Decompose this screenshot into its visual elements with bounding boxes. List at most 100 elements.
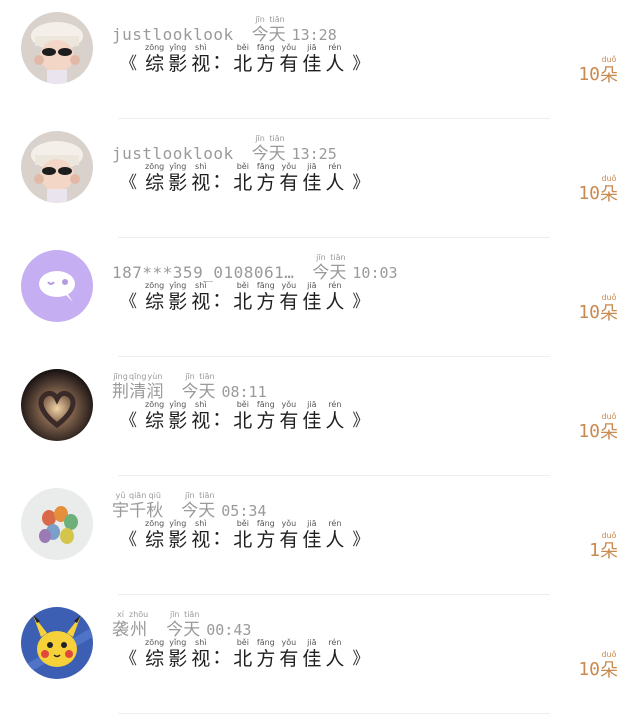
close-bracket: 》 [352, 649, 370, 669]
hanzi: 影 [168, 172, 188, 194]
message-char: yǐng 影 [168, 520, 187, 550]
message-char: zōng 综 [145, 401, 164, 431]
hanzi: 综 [145, 53, 165, 75]
username-char: qīng 清 [129, 373, 146, 401]
gift-list-item[interactable]: xí 袭 zhōu 州 jīn 今 tiān 天 00:43 《 zōng 综 yǐng 影 shì 视： bě… [0, 595, 640, 714]
hanzi: 方 [256, 53, 276, 75]
hanzi: 视 [191, 410, 211, 432]
gift-list-item[interactable]: jīng 荆 qīng 清 yùn 润 jīn 今 tiān 天 08:11 《 zōng 综 yǐng 影 s… [0, 357, 640, 476]
message-char: yǒu 有 [279, 639, 298, 669]
username[interactable]: justlooklook [112, 144, 234, 163]
gift-count-number: 10 [578, 183, 600, 204]
message-char: běi 北 [233, 520, 252, 550]
gift-count-number: 10 [578, 64, 600, 85]
hanzi: 佳 [302, 648, 322, 670]
message-char: jiā 佳 [302, 639, 321, 669]
gift-list-item[interactable]: 187***359_0108061… jīn 今 tiān 天 10:03 《 zōng 综 yǐ… [0, 238, 640, 357]
hanzi: 今 [251, 25, 269, 45]
hanzi: 影 [168, 410, 188, 432]
hanzi: 今 [181, 501, 199, 521]
message-char: fāng 方 [256, 282, 275, 312]
hanzi: 天 [268, 144, 286, 164]
username-char: yùn 润 [146, 373, 163, 401]
colon: ： [212, 51, 232, 73]
message-char: jiā 佳 [302, 401, 321, 431]
open-bracket: 《 [120, 649, 137, 669]
hanzi: 朵 [600, 541, 618, 562]
day-char: tiān 天 [198, 492, 215, 520]
hanzi: 天 [183, 620, 201, 640]
hanzi: 影 [168, 291, 188, 313]
gift-list-item[interactable]: yǔ 宇 qiān 千 qiū 秋 jīn 今 tiān 天 05:34 《 zōng 综 yǐng 影 shì… [0, 476, 640, 595]
user-avatar[interactable] [21, 131, 93, 203]
username[interactable]: yǔ 宇 qiān 千 qiū 秋 [112, 492, 163, 520]
gift-count: 10 duǒ 朵 [578, 294, 618, 324]
message-text: 《 zōng 综 yǐng 影 shì 视： běi 北 fāng 方 yǒu 有 jiā 佳 rén 人》 [114, 282, 375, 313]
timestamp: 13:25 [291, 145, 337, 163]
gift-count-number: 1 [589, 540, 600, 561]
day-char: tiān 天 [269, 135, 286, 163]
hanzi: 北 [233, 53, 253, 75]
hanzi: 综 [145, 648, 165, 670]
message-char: zōng 综 [145, 282, 164, 312]
hanzi: 北 [233, 172, 253, 194]
colon: ： [212, 646, 232, 668]
hanzi: 影 [168, 648, 188, 670]
gift-list-item[interactable]: justlooklook jīn 今 tiān 天 13:25 《 zōng 综 yǐng 影 shì… [0, 119, 640, 238]
username-char: xí 袭 [112, 611, 129, 639]
hanzi: 人 [325, 410, 345, 432]
hanzi: 影 [168, 529, 188, 551]
message-char: shì 视 [191, 44, 210, 74]
username[interactable]: 187***359_0108061… [112, 263, 294, 282]
hanzi: 视 [191, 53, 211, 75]
hanzi: 综 [145, 291, 165, 313]
user-avatar[interactable] [21, 250, 93, 322]
hanzi: 佳 [302, 291, 322, 313]
username-char: qiān 千 [129, 492, 146, 520]
hanzi: 天 [268, 25, 286, 45]
hanzi: 视 [191, 648, 211, 670]
message-char: yǐng 影 [168, 282, 187, 312]
username[interactable]: jīng 荆 qīng 清 yùn 润 [112, 373, 163, 401]
hanzi: 天 [198, 382, 216, 402]
username[interactable]: xí 袭 zhōu 州 [112, 611, 148, 639]
hanzi: 天 [198, 501, 216, 521]
hanzi: 北 [233, 410, 253, 432]
close-bracket: 》 [352, 173, 370, 193]
hanzi: 方 [256, 529, 276, 551]
gift-count-unit: duǒ 朵 [600, 413, 618, 442]
hanzi: 视 [191, 172, 211, 194]
open-bracket: 《 [120, 530, 137, 550]
hanzi: 有 [279, 53, 299, 75]
user-avatar[interactable] [21, 12, 93, 84]
user-avatar[interactable] [21, 369, 93, 441]
hanzi: 综 [145, 410, 165, 432]
message-char: rén 人 [325, 401, 344, 431]
message-char: yǒu 有 [279, 401, 298, 431]
user-avatar[interactable] [21, 607, 93, 679]
colon: ： [212, 170, 232, 192]
hanzi: 今 [166, 620, 184, 640]
item-meta: xí 袭 zhōu 州 jīn 今 tiān 天 00:43 [112, 611, 251, 640]
hanzi: 北 [233, 529, 253, 551]
gift-count-number: 10 [578, 302, 600, 323]
user-avatar[interactable] [21, 488, 93, 560]
hanzi: 方 [256, 648, 276, 670]
hanzi: 人 [325, 291, 345, 313]
gift-count-number: 10 [578, 421, 600, 442]
message-char: shì 视 [191, 401, 210, 431]
username[interactable]: justlooklook [112, 25, 234, 44]
message-char: jiā 佳 [302, 282, 321, 312]
gift-count: 10 duǒ 朵 [578, 413, 618, 443]
gift-list-item[interactable]: justlooklook jīn 今 tiān 天 13:28 《 zōng 综 yǐng 影 shì… [0, 0, 640, 119]
day-char: jīn 今 [252, 16, 269, 44]
hanzi: 人 [325, 648, 345, 670]
hanzi: 朵 [600, 660, 618, 681]
hanzi: 清 [129, 382, 147, 402]
message-char: yǒu 有 [279, 163, 298, 193]
message-char: yǒu 有 [279, 44, 298, 74]
message-char: běi 北 [233, 639, 252, 669]
hanzi: 荆 [112, 382, 129, 402]
message-char: rén 人 [325, 282, 344, 312]
message-char: běi 北 [233, 282, 252, 312]
